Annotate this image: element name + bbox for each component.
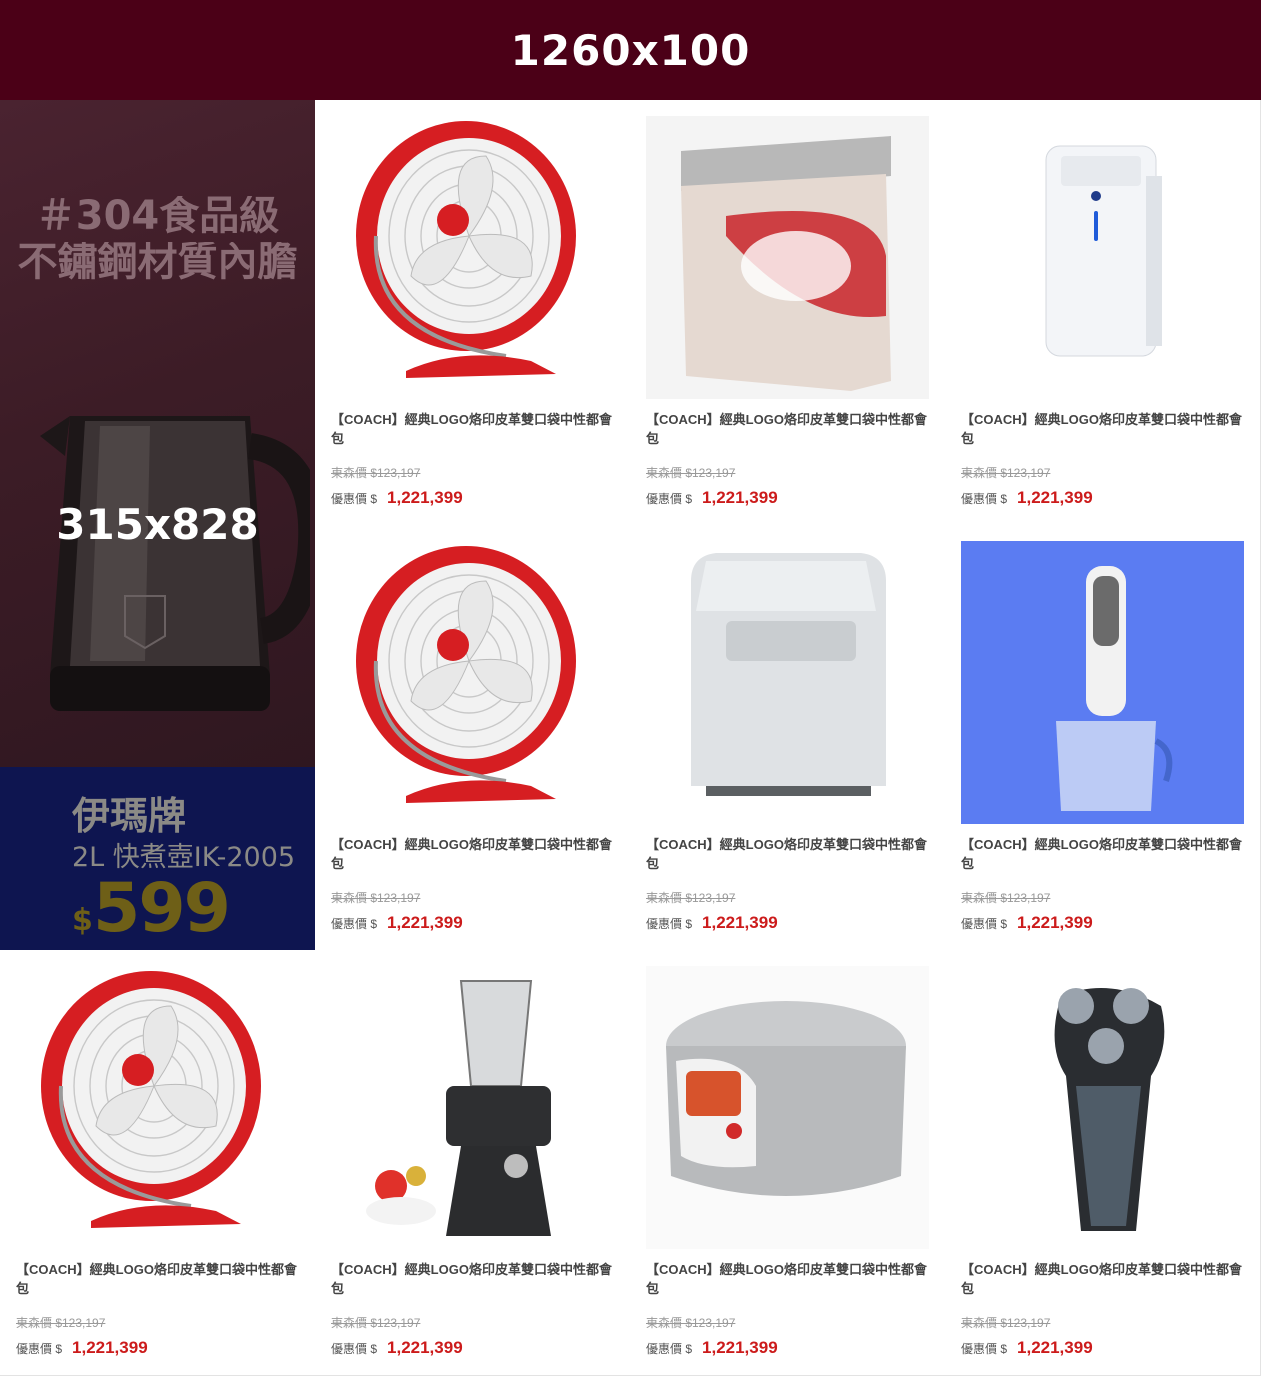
sale-amount: 1,221,399 [1017,488,1093,507]
product-title[interactable]: 【COACH】經典LOGO烙印皮革雙口袋中性都會包 [961,835,1244,873]
shredder-icon [646,116,929,399]
hand-blender-icon [961,541,1244,824]
electric-shaver-icon [961,966,1244,1249]
product-sale-price: 優惠價 $ 1,221,399 [331,1338,463,1358]
product-sale-price: 優惠價 $ 1,221,399 [646,1338,778,1358]
product-original-price: 東森價 $123,197 [646,1316,736,1330]
product-sale-price: 優惠價 $ 1,221,399 [331,913,463,933]
product-sale-price: 優惠價 $ 1,221,399 [961,913,1093,933]
product-image[interactable] [961,116,1244,399]
product-image[interactable] [961,541,1244,824]
product-title[interactable]: 【COACH】經典LOGO烙印皮革雙口袋中性都會包 [331,835,614,873]
sale-label: 優惠價 $ [646,492,693,506]
product-card[interactable]: 【COACH】經典LOGO烙印皮革雙口袋中性都會包 東森價 $123,197 優… [945,525,1261,951]
sale-label: 優惠價 $ [961,1342,1008,1356]
product-image[interactable] [331,541,614,824]
sale-label: 優惠價 $ [646,917,693,931]
fan-icon [331,116,614,399]
product-original-price: 東森價 $123,197 [961,1316,1051,1330]
product-card[interactable]: 【COACH】經典LOGO烙印皮革雙口袋中性都會包 東森價 $123,197 優… [945,950,1261,1376]
sale-label: 優惠價 $ [331,492,378,506]
promo-spec-line-2: 不鏽鋼材質內膽 [17,242,298,282]
product-card[interactable]: 【COACH】經典LOGO烙印皮革雙口袋中性都會包 東森價 $123,197 優… [315,950,631,1376]
product-title[interactable]: 【COACH】經典LOGO烙印皮革雙口袋中性都會包 [646,835,929,873]
promo-price: 599 [93,869,231,948]
sale-amount: 1,221,399 [1017,1338,1093,1357]
product-title[interactable]: 【COACH】經典LOGO烙印皮革雙口袋中性都會包 [646,410,929,448]
promo-brand: 伊瑪牌 [72,794,187,838]
product-sale-price: 優惠價 $ 1,221,399 [646,913,778,933]
sale-amount: 1,221,399 [702,488,778,507]
product-title[interactable]: 【COACH】經典LOGO烙印皮革雙口袋中性都會包 [331,1260,614,1298]
fan-icon [16,966,299,1249]
sale-amount: 1,221,399 [1017,913,1093,932]
promo-size-label: 315x828 [56,500,259,549]
product-image[interactable] [646,541,929,824]
soup-blender-icon [331,966,614,1249]
sale-label: 優惠價 $ [646,1342,693,1356]
sale-label: 優惠價 $ [331,917,378,931]
sale-amount: 1,221,399 [702,1338,778,1357]
fan-icon [331,541,614,824]
product-card[interactable]: 【COACH】經典LOGO烙印皮革雙口袋中性都會包 東森價 $123,197 優… [630,100,946,526]
product-title[interactable]: 【COACH】經典LOGO烙印皮革雙口袋中性都會包 [331,410,614,448]
sale-label: 優惠價 $ [961,917,1008,931]
product-image[interactable] [646,966,929,1249]
product-title[interactable]: 【COACH】經典LOGO烙印皮革雙口袋中性都會包 [961,1260,1244,1298]
promo-banner[interactable]: ＃304食品級 不鏽鋼材質內膽 315x828 伊瑪牌 2L 快煮壺IK-200… [0,100,315,950]
product-original-price: 東森價 $123,197 [331,891,421,905]
promo-image-area: ＃304食品級 不鏽鋼材質內膽 315x828 [0,100,315,767]
header-banner[interactable]: 1260x100 [0,0,1261,100]
product-image[interactable] [331,116,614,399]
promo-spec-line-1: ＃304食品級 [35,196,280,236]
product-image[interactable] [961,966,1244,1249]
product-title[interactable]: 【COACH】經典LOGO烙印皮革雙口袋中性都會包 [646,1260,929,1298]
product-original-price: 東森價 $123,197 [16,1316,106,1330]
air-purifier-icon [961,116,1244,399]
sale-label: 優惠價 $ [16,1342,63,1356]
product-sale-price: 優惠價 $ 1,221,399 [16,1338,148,1358]
sale-amount: 1,221,399 [387,913,463,932]
product-card[interactable]: 【COACH】經典LOGO烙印皮革雙口袋中性都會包 東森價 $123,197 優… [315,100,631,526]
sale-label: 優惠價 $ [961,492,1008,506]
product-sale-price: 優惠價 $ 1,221,399 [961,488,1093,508]
banner-size-label: 1260x100 [510,25,751,75]
sale-label: 優惠價 $ [331,1342,378,1356]
product-sale-price: 優惠價 $ 1,221,399 [961,1338,1093,1358]
product-original-price: 東森價 $123,197 [961,891,1051,905]
product-original-price: 東森價 $123,197 [331,1316,421,1330]
product-card[interactable]: 【COACH】經典LOGO烙印皮革雙口袋中性都會包 東森價 $123,197 優… [630,525,946,951]
product-card[interactable]: 【COACH】經典LOGO烙印皮革雙口袋中性都會包 東森價 $123,197 優… [630,950,946,1376]
product-card[interactable]: 【COACH】經典LOGO烙印皮革雙口袋中性都會包 東森價 $123,197 優… [945,100,1261,526]
product-image[interactable] [16,966,299,1249]
sale-amount: 1,221,399 [702,913,778,932]
promo-info-area: 伊瑪牌 2L 快煮壺IK-2005 $ 599 [0,767,315,950]
product-card[interactable]: 【COACH】經典LOGO烙印皮革雙口袋中性都會包 東森價 $123,197 優… [315,525,631,951]
product-sale-price: 優惠價 $ 1,221,399 [646,488,778,508]
product-image[interactable] [646,116,929,399]
washing-machine-icon [646,541,929,824]
product-original-price: 東森價 $123,197 [646,466,736,480]
product-card[interactable]: 【COACH】經典LOGO烙印皮革雙口袋中性都會包 東森價 $123,197 優… [0,950,316,1376]
kettle-image [40,416,310,711]
promo-price-currency: $ [72,903,93,938]
rice-cooker-icon [646,966,929,1249]
product-original-price: 東森價 $123,197 [331,466,421,480]
sale-amount: 1,221,399 [387,488,463,507]
product-original-price: 東森價 $123,197 [646,891,736,905]
sale-amount: 1,221,399 [387,1338,463,1357]
product-title[interactable]: 【COACH】經典LOGO烙印皮革雙口袋中性都會包 [961,410,1244,448]
product-sale-price: 優惠價 $ 1,221,399 [331,488,463,508]
product-image[interactable] [331,966,614,1249]
product-title[interactable]: 【COACH】經典LOGO烙印皮革雙口袋中性都會包 [16,1260,299,1298]
sale-amount: 1,221,399 [72,1338,148,1357]
product-original-price: 東森價 $123,197 [961,466,1051,480]
